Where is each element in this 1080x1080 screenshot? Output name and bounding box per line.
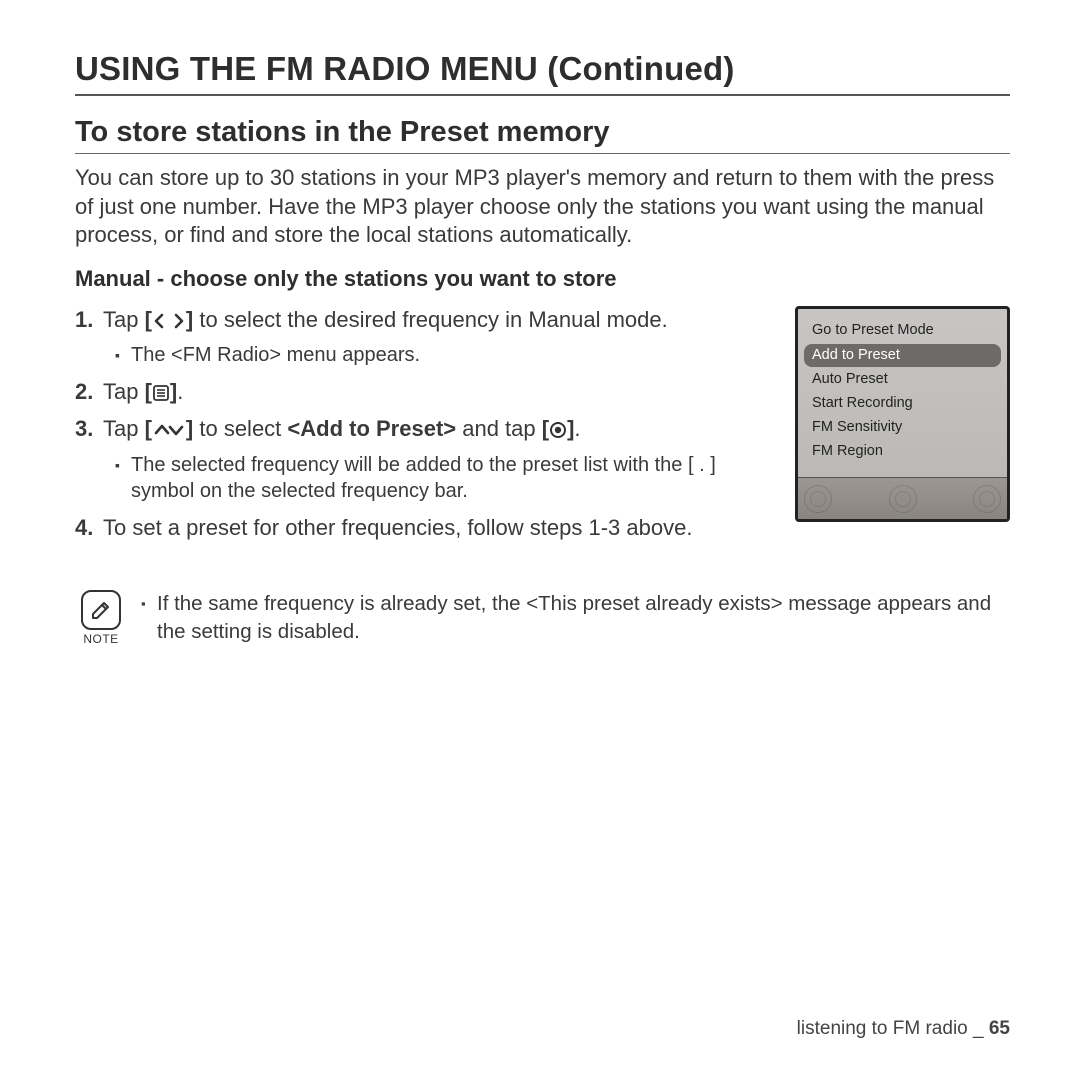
step-text: To set a preset for other frequencies, f… [103, 515, 692, 540]
menu-button-label: [] [145, 379, 178, 404]
swirl-icon [889, 485, 917, 513]
circle-select-icon [549, 421, 567, 439]
note-row: NOTE If the same frequency is already se… [75, 590, 1010, 646]
step-number: 2. [75, 378, 93, 407]
step-text: Tap [103, 416, 145, 441]
step-text: to select [193, 416, 287, 441]
menu-item-goto-preset: Go to Preset Mode [808, 319, 997, 343]
menu-item-fm-region: FM Region [808, 440, 997, 464]
section-title: To store stations in the Preset memory [75, 116, 1010, 154]
note-icon-column: NOTE [75, 590, 127, 646]
footer-page-number: 65 [989, 1018, 1010, 1039]
intro-paragraph: You can store up to 30 stations in your … [75, 164, 1010, 250]
step-3-bullet: The selected frequency will be added to … [75, 452, 775, 504]
step-text: . [177, 379, 183, 404]
page-footer: listening to FM radio _ 65 [797, 1018, 1010, 1040]
footer-section: listening to FM radio _ [797, 1018, 989, 1039]
page-title: USING THE FM RADIO MENU (Continued) [75, 50, 1010, 96]
step-text: . [574, 416, 580, 441]
menu-item-start-recording: Start Recording [808, 392, 997, 416]
up-down-button-label: [] [145, 416, 194, 441]
step-number: 3. [75, 415, 93, 444]
device-screenshot: Go to Preset Mode Add to Preset Auto Pre… [795, 306, 1010, 523]
menu-item-add-to-preset: Add to Preset [804, 344, 1001, 368]
menu-icon [152, 384, 170, 402]
step-text: Tap [103, 307, 145, 332]
step-text: and tap [456, 416, 542, 441]
note-label: NOTE [83, 632, 118, 646]
content-row: 1. Tap [] to select the desired frequenc… [75, 306, 1010, 550]
device-bottom-bar [798, 477, 1007, 519]
chevron-up-down-icon [152, 421, 186, 439]
menu-item-auto-preset: Auto Preset [808, 368, 997, 392]
select-button-label: [] [542, 416, 575, 441]
subsection-title: Manual - choose only the stations you wa… [75, 266, 1010, 292]
step-1: 1. Tap [] to select the desired frequenc… [75, 306, 775, 335]
step-number: 4. [75, 514, 93, 543]
step-2: 2. Tap []. [75, 378, 775, 407]
chevron-left-right-icon [152, 312, 186, 330]
step-4: 4. To set a preset for other frequencies… [75, 514, 775, 543]
step-3: 3. Tap [] to select <Add to Preset> and … [75, 415, 775, 444]
menu-item-fm-sensitivity: FM Sensitivity [808, 416, 997, 440]
device-menu: Go to Preset Mode Add to Preset Auto Pre… [798, 309, 1007, 478]
step-text: Tap [103, 379, 145, 404]
note-icon [81, 590, 121, 630]
add-to-preset-label: <Add to Preset> [287, 416, 456, 441]
step-1-bullet: The <FM Radio> menu appears. [75, 342, 775, 368]
pencil-icon [88, 597, 114, 623]
swirl-icon [804, 485, 832, 513]
note-text: If the same frequency is already set, th… [141, 590, 1010, 645]
step-text: to select the desired frequency in Manua… [193, 307, 668, 332]
swirl-icon [973, 485, 1001, 513]
step-number: 1. [75, 306, 93, 335]
left-right-button-label: [] [145, 307, 194, 332]
steps-column: 1. Tap [] to select the desired frequenc… [75, 306, 775, 550]
